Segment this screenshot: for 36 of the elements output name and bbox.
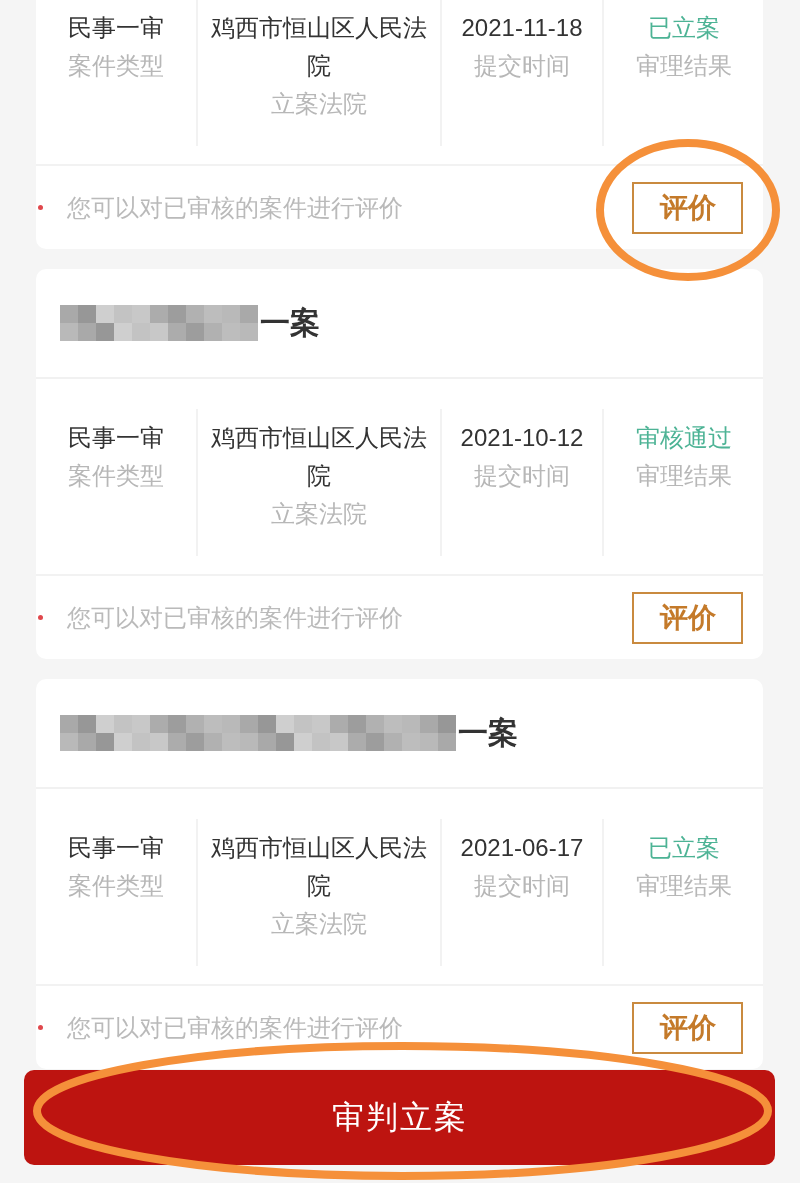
info-label: 立案法院: [271, 499, 367, 529]
info-label: 案件类型: [68, 51, 164, 81]
case-title: 一案: [260, 304, 320, 341]
info-label: 案件类型: [68, 871, 164, 901]
info-label: 提交时间: [474, 51, 570, 81]
info-value: 已立案: [647, 13, 720, 43]
hint-text: 您可以对已审核的案件进行评价: [67, 192, 404, 223]
info-value: 已立案: [647, 833, 720, 863]
info-value: 2021-10-12: [460, 423, 584, 453]
info-value: 鸡西市恒山区人民法院: [210, 833, 428, 901]
case-title: 一案: [458, 714, 518, 751]
info-value: 民事一审: [68, 13, 164, 43]
info-value: 民事一审: [68, 423, 164, 453]
info-label: 提交时间: [474, 461, 570, 491]
info-value: 鸡西市恒山区人民法院: [210, 13, 428, 81]
info-label: 立案法院: [271, 909, 367, 939]
info-value: 鸡西市恒山区人民法院: [210, 423, 428, 491]
hint-text: 您可以对已审核的案件进行评价: [67, 602, 404, 633]
rate-button[interactable]: 评价: [632, 591, 743, 644]
info-label: 立案法院: [271, 89, 367, 119]
info-value: 2021-06-17: [460, 833, 584, 863]
info-value: 2021-11-18: [461, 13, 583, 43]
info-label: 案件类型: [68, 461, 164, 491]
bullet-dot-icon: [38, 205, 43, 210]
bullet-dot-icon: [38, 1025, 43, 1030]
info-label: 审理结果: [635, 51, 732, 81]
info-label: 提交时间: [474, 871, 570, 901]
file-case-button[interactable]: 审判立案: [24, 1070, 775, 1165]
rate-button[interactable]: 评价: [632, 181, 743, 234]
info-label: 审理结果: [635, 461, 732, 491]
info-value: 审核通过: [635, 423, 732, 453]
rate-button[interactable]: 评价: [632, 1001, 743, 1054]
hint-text: 您可以对已审核的案件进行评价: [67, 1012, 404, 1043]
bullet-dot-icon: [38, 615, 43, 620]
info-value: 民事一审: [68, 833, 164, 863]
info-label: 审理结果: [635, 871, 732, 901]
